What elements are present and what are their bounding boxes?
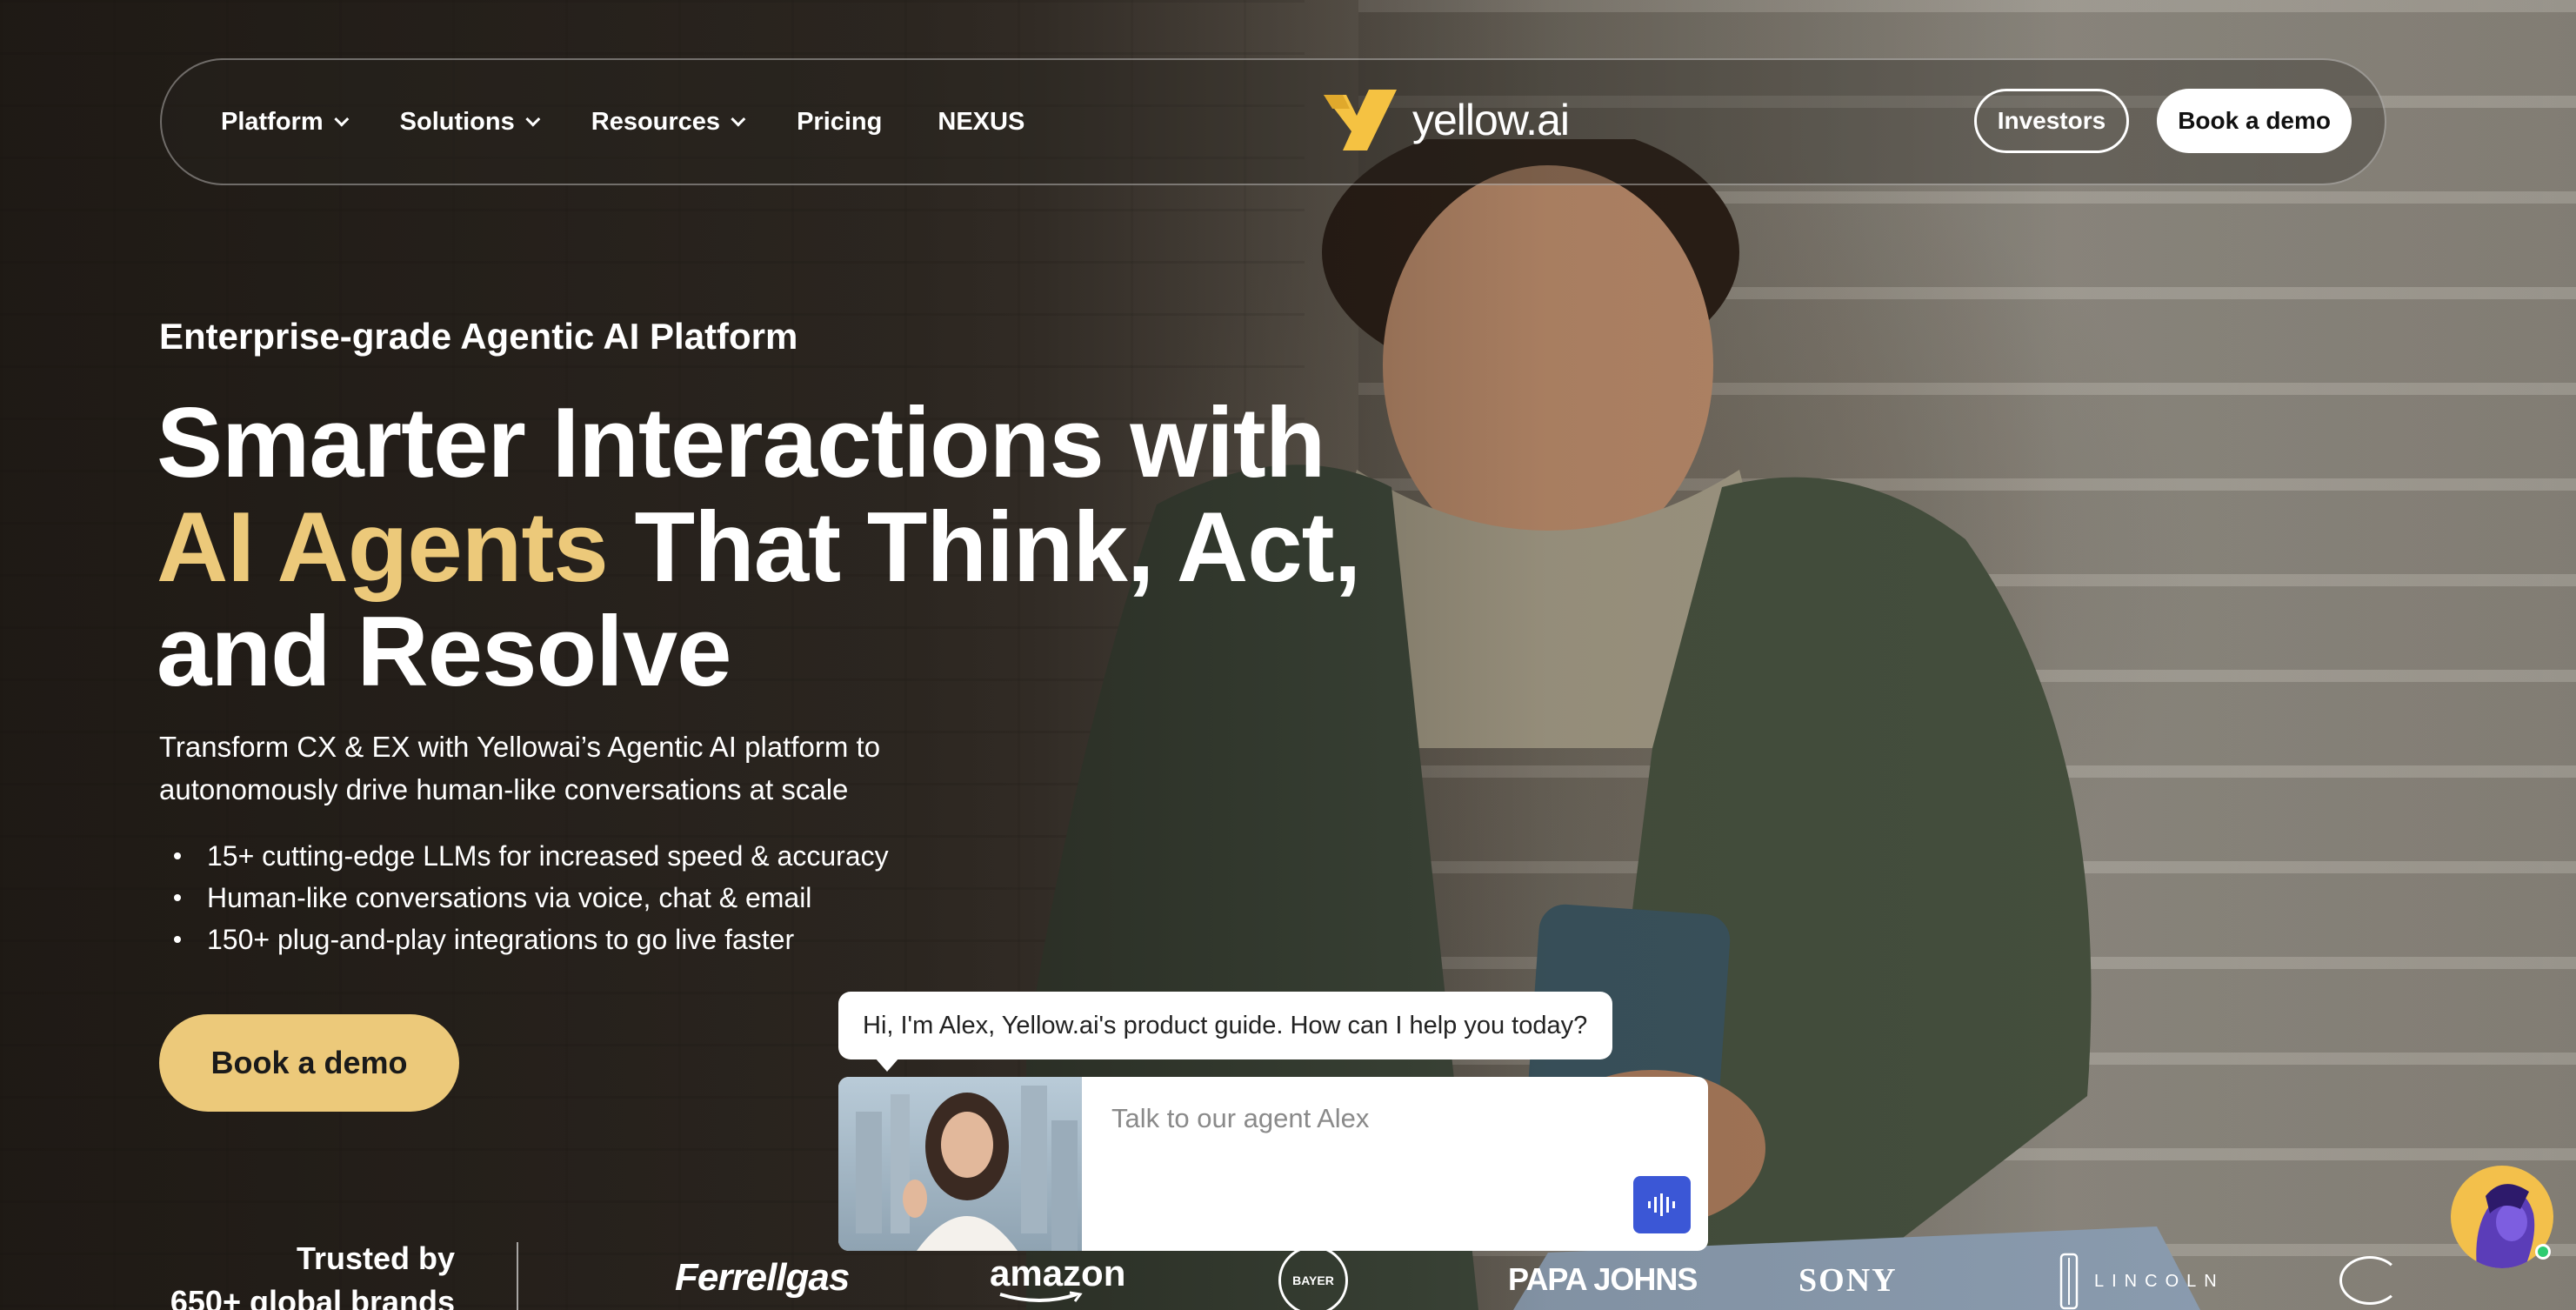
nav-item-label: Platform xyxy=(221,107,324,136)
headline-line-1: Smarter Interactions with xyxy=(157,388,1325,498)
brand-name: PAPA JOHNS xyxy=(1508,1261,1698,1297)
nav-item-solutions[interactable]: Solutions xyxy=(399,107,541,137)
yellow-ai-logo[interactable]: yellow.ai xyxy=(1324,90,1570,150)
brand-name: BAYER xyxy=(1292,1273,1334,1287)
brand-logo-sony: SONY xyxy=(1799,1261,1898,1300)
chevron-down-icon xyxy=(333,111,349,127)
chat-input-area xyxy=(1082,1077,1708,1251)
investors-button[interactable]: Investors xyxy=(1973,89,2130,153)
hero-eyebrow: Enterprise-grade Agentic AI Platform xyxy=(159,316,798,357)
voice-input-button[interactable] xyxy=(1633,1176,1691,1233)
nav-item-resources[interactable]: Resources xyxy=(591,107,746,137)
lincoln-star-icon xyxy=(2059,1253,2079,1310)
hero-headline: Smarter Interactions with AI Agents That… xyxy=(157,391,1461,705)
brand-name: Ferrellgas xyxy=(675,1256,850,1299)
brand-logo-bayer: BAYER xyxy=(1278,1246,1348,1310)
chevron-down-icon xyxy=(525,111,541,127)
nav-item-platform[interactable]: Platform xyxy=(221,107,349,137)
nav-item-nexus[interactable]: NEXUS xyxy=(938,108,1024,137)
nav-item-label: Pricing xyxy=(797,107,883,136)
logo-text: yellow.ai xyxy=(1412,96,1570,144)
brand-logo-partial xyxy=(2339,1256,2400,1305)
brand-logo-amazon: amazon xyxy=(990,1253,1126,1302)
feature-item: 150+ plug-and-play integrations to go li… xyxy=(174,919,889,960)
agent-alex-image xyxy=(856,1086,1078,1251)
amazon-smile-icon xyxy=(999,1291,1083,1302)
voice-waveform-icon xyxy=(1648,1193,1675,1216)
agent-chat-input[interactable] xyxy=(1111,1103,1678,1134)
trusted-line-2: 650+ global brands xyxy=(170,1284,455,1310)
agent-greeting-bubble: Hi, I'm Alex, Yellow.ai's product guide.… xyxy=(838,992,1612,1072)
chevron-down-icon xyxy=(731,111,746,127)
feature-item: 15+ cutting-edge LLMs for increased spee… xyxy=(174,835,889,877)
hero-subtext: Transform CX & EX with Yellowai’s Agenti… xyxy=(159,731,881,805)
brand-name: amazon xyxy=(990,1253,1126,1293)
nav-item-label: NEXUS xyxy=(938,107,1025,136)
brand-logo-ferrellgas: Ferrellgas xyxy=(675,1256,850,1300)
nav-item-label: Solutions xyxy=(399,107,515,136)
headline-line-2: That Think, Act, xyxy=(607,492,1361,603)
agent-chat-widget xyxy=(838,1077,1708,1251)
nav-item-pricing[interactable]: Pricing xyxy=(797,108,882,137)
trusted-divider xyxy=(517,1242,518,1310)
headline-accent: AI Agents xyxy=(157,492,609,603)
brand-name: SONY xyxy=(1799,1262,1898,1299)
online-status-dot xyxy=(2535,1244,2551,1260)
nav-menu: Platform Solutions Resources Pricing NEX… xyxy=(221,108,1024,137)
yellow-ai-logo-icon xyxy=(1324,90,1397,150)
nav-item-label: Resources xyxy=(591,107,721,136)
trusted-line-1: Trusted by xyxy=(296,1240,455,1276)
brand-logo-papa-johns: PAPA JOHNS xyxy=(1508,1261,1698,1298)
feature-item: Human-like conversations via voice, chat… xyxy=(174,877,889,919)
feature-list: 15+ cutting-edge LLMs for increased spee… xyxy=(174,835,889,960)
nav-actions: Investors Book a demo xyxy=(1973,89,2352,153)
brand-logo-lincoln: LINCOLN xyxy=(2059,1253,2225,1310)
trusted-by-label: Trusted by 650+ global brands xyxy=(159,1237,455,1310)
hero-book-demo-button[interactable]: Book a demo xyxy=(159,1014,459,1112)
top-navigation: Platform Solutions Resources Pricing NEX… xyxy=(160,58,2386,185)
headline-line-3: and Resolve xyxy=(157,597,732,707)
nav-book-demo-button[interactable]: Book a demo xyxy=(2157,89,2352,153)
agent-avatar-video[interactable] xyxy=(838,1077,1082,1251)
brand-name: LINCOLN xyxy=(2094,1271,2225,1291)
